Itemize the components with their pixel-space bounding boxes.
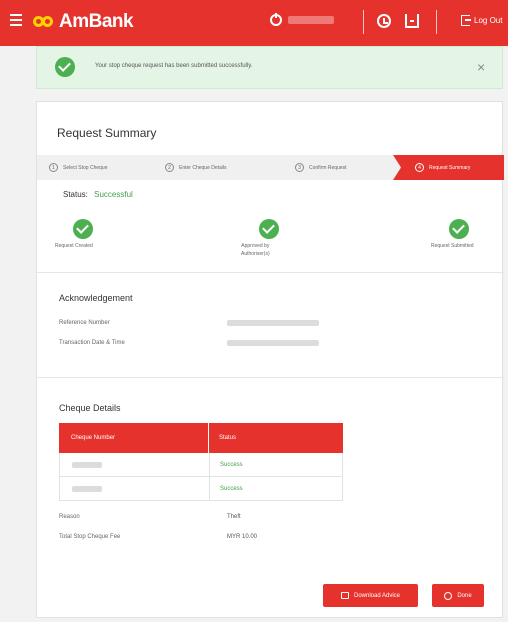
step-2: 2 Enter Cheque Details xyxy=(165,155,227,180)
milestone-approved: Approved by Authoriser(s) xyxy=(241,243,270,257)
user-name xyxy=(288,16,334,24)
step-number: 4 xyxy=(415,163,424,172)
reason-label: Reason xyxy=(59,514,80,520)
step-1: 1 Select Stop Cheque xyxy=(49,155,107,180)
request-created-check-icon xyxy=(73,219,93,239)
brand-name: AmBank xyxy=(59,11,134,32)
page-title: Request Summary xyxy=(57,126,157,140)
close-icon[interactable]: × xyxy=(477,59,485,75)
approved-check-icon xyxy=(259,219,279,239)
user-profile[interactable] xyxy=(270,13,334,26)
acknowledgement-title: Acknowledgement xyxy=(59,293,133,303)
success-alert: Your stop cheque request has been submit… xyxy=(36,46,503,89)
download-advice-label: Download Advice xyxy=(353,592,401,599)
section-divider xyxy=(37,377,504,378)
alert-message: Your stop cheque request has been submit… xyxy=(95,63,253,69)
ambank-logo-mark xyxy=(33,15,55,29)
fee-value: MYR 10.00 xyxy=(227,534,258,540)
step-number: 2 xyxy=(165,163,174,172)
step-label: Enter Cheque Details xyxy=(179,164,227,171)
logout-label: Log Out xyxy=(474,16,503,25)
step-3: 3 Confirm Request xyxy=(295,155,347,180)
request-submitted-check-icon xyxy=(449,219,469,239)
inbox-icon[interactable] xyxy=(405,14,419,28)
ambank-logo[interactable]: AmBank xyxy=(33,11,134,33)
clock-icon[interactable] xyxy=(377,14,391,28)
reason-value: Theft xyxy=(227,514,241,520)
cheque-number-cell xyxy=(60,477,210,500)
done-button[interactable]: Done xyxy=(432,584,484,607)
hamburger-menu-icon[interactable] xyxy=(10,14,22,28)
table-header: Cheque Number Status xyxy=(59,423,343,453)
header-divider xyxy=(363,10,364,34)
top-navigation-bar: AmBank Log Out xyxy=(0,0,508,46)
step-label: Request Summary xyxy=(429,164,471,171)
transaction-datetime-value xyxy=(227,340,319,348)
transaction-datetime-label: Transaction Date & Time xyxy=(59,340,125,346)
fee-label: Total Stop Cheque Fee xyxy=(59,534,121,540)
done-label: Done xyxy=(457,592,472,599)
status-value: Successful xyxy=(94,190,133,199)
cheque-details-table: Cheque Number Status Success Success xyxy=(59,423,343,501)
reference-number-label: Reference Number xyxy=(59,320,110,326)
step-4-active: 4 Request Summary xyxy=(393,155,504,180)
step-number: 1 xyxy=(49,163,58,172)
milestone-request-submitted: Request Submitted xyxy=(431,243,474,249)
request-status: Status: Successful xyxy=(63,190,133,199)
logout-icon xyxy=(461,15,471,26)
user-power-icon xyxy=(270,13,282,26)
logout-button[interactable]: Log Out xyxy=(461,15,502,26)
column-header-cheque-number: Cheque Number xyxy=(59,423,209,453)
done-icon xyxy=(444,591,453,600)
milestone-request-created: Request Created xyxy=(55,243,93,249)
success-check-icon xyxy=(55,57,75,77)
column-header-status: Status xyxy=(219,435,237,441)
download-advice-button[interactable]: Download Advice xyxy=(323,584,418,607)
request-summary-card: Request Summary 1 Select Stop Cheque 2 E… xyxy=(36,101,504,618)
section-divider xyxy=(37,272,504,273)
reference-number-value xyxy=(227,320,319,328)
cheque-status-cell: Success xyxy=(220,461,243,468)
step-label: Select Stop Cheque xyxy=(63,164,108,171)
download-icon xyxy=(340,592,349,599)
cheque-number-cell xyxy=(60,453,210,476)
status-label: Status: xyxy=(63,190,88,199)
table-row: Success xyxy=(59,477,343,501)
cheque-status-cell: Success xyxy=(220,485,243,492)
step-number: 3 xyxy=(295,163,304,172)
table-row: Success xyxy=(59,453,343,477)
cheque-details-title: Cheque Details xyxy=(59,403,121,413)
step-indicator: 1 Select Stop Cheque 2 Enter Cheque Deta… xyxy=(37,155,504,180)
header-divider xyxy=(436,10,437,34)
step-label: Confirm Request xyxy=(309,164,347,171)
